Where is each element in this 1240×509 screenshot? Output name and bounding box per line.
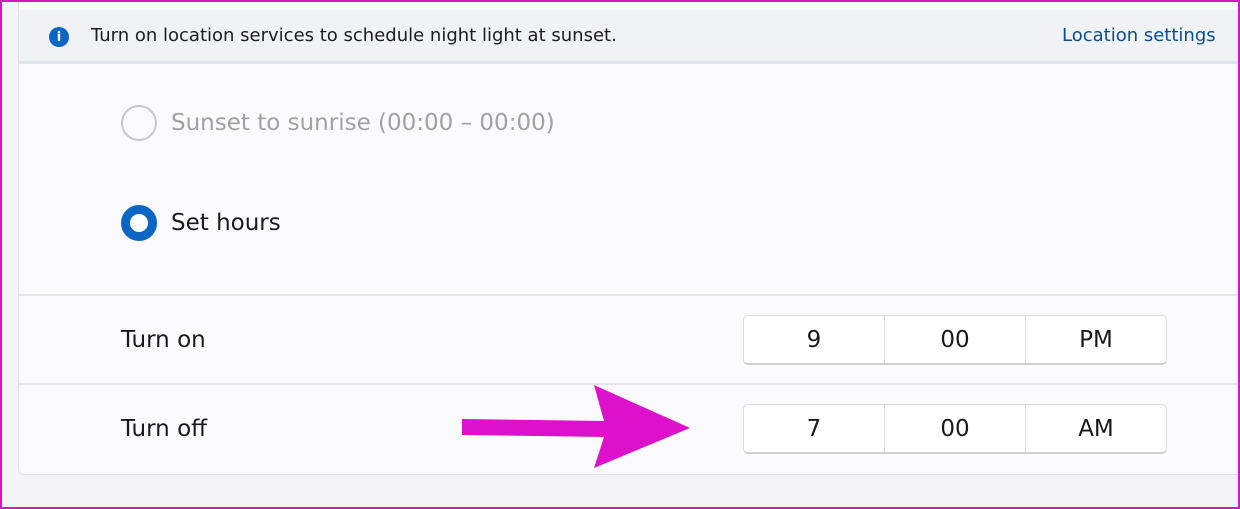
radio-circle-unselected[interactable] xyxy=(121,105,157,141)
screenshot-frame: i Turn on location services to schedule … xyxy=(0,0,1240,509)
radio-label-sunset-to-sunrise: Sunset to sunrise (00:00 – 00:00) xyxy=(171,110,555,136)
turn-on-label: Turn on xyxy=(121,327,206,353)
turn-on-period[interactable]: PM xyxy=(1026,316,1166,363)
turn-on-time-picker[interactable]: 9 00 PM xyxy=(743,315,1167,365)
turn-on-hour[interactable]: 9 xyxy=(744,316,885,363)
location-settings-link[interactable]: Location settings xyxy=(1062,25,1216,46)
radio-sunset-to-sunrise[interactable]: Sunset to sunrise (00:00 – 00:00) xyxy=(121,105,555,141)
turn-on-minute[interactable]: 00 xyxy=(885,316,1026,363)
turn-off-hour[interactable]: 7 xyxy=(744,405,885,452)
radio-set-hours[interactable]: Set hours xyxy=(121,205,281,241)
radio-label-set-hours: Set hours xyxy=(171,210,281,236)
radio-circle-selected[interactable] xyxy=(121,205,157,241)
turn-off-period[interactable]: AM xyxy=(1026,405,1166,452)
banner-message: Turn on location services to schedule ni… xyxy=(91,25,617,46)
turn-off-label: Turn off xyxy=(121,416,207,442)
turn-off-time-picker[interactable]: 7 00 AM xyxy=(743,404,1167,454)
location-info-banner: i Turn on location services to schedule … xyxy=(19,10,1238,64)
annotation-arrow-icon xyxy=(462,385,690,468)
info-icon: i xyxy=(49,27,69,47)
divider xyxy=(19,294,1238,296)
turn-off-minute[interactable]: 00 xyxy=(885,405,1026,452)
